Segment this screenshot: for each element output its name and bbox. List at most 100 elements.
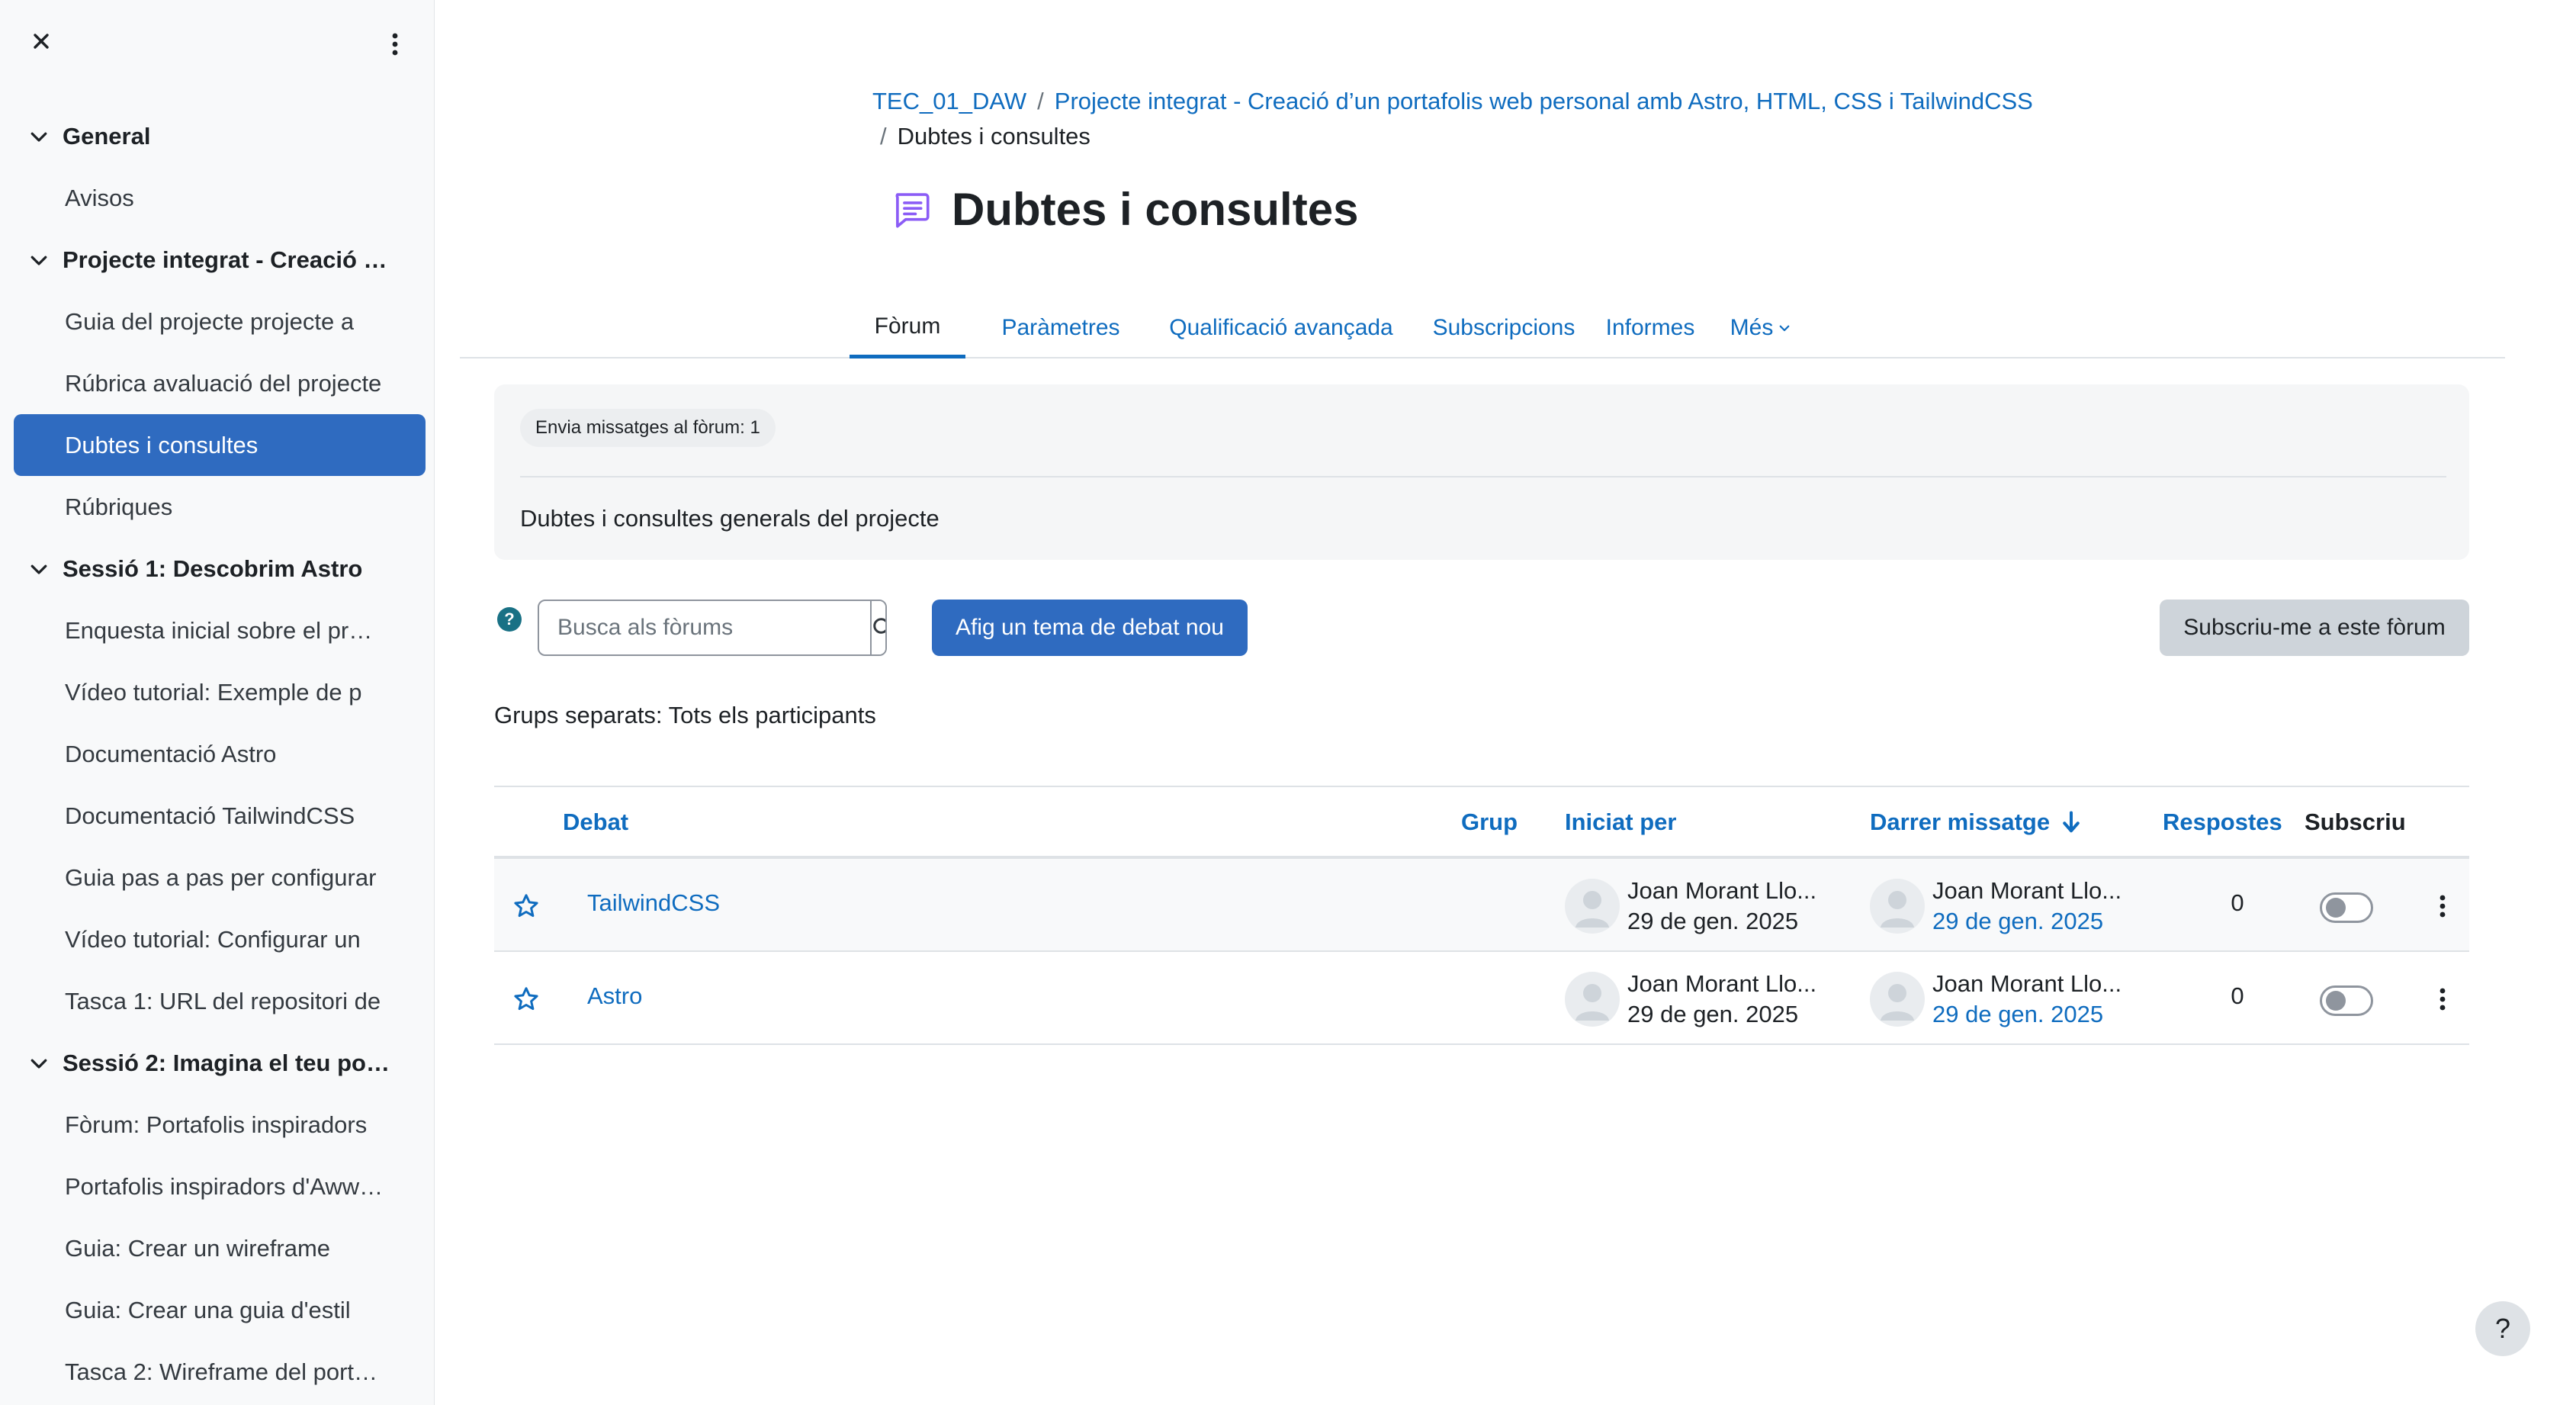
breadcrumb-section-link[interactable]: Projecte integrat - Creació d’un portafo… [1055, 88, 2033, 114]
chevron-down-icon [31, 132, 47, 142]
course-item-dubtes-active[interactable]: Dubtes i consultes [14, 414, 426, 476]
header-respostes[interactable]: Respostes [2163, 787, 2282, 857]
groups-selector-label: Grups separats: Tots els participants [494, 702, 876, 728]
tab-qualificacio-avancada[interactable]: Qualificació avançada [1155, 297, 1407, 358]
header-debat[interactable]: Debat [563, 787, 628, 857]
last-author-name[interactable]: Joan Morant Llo... [1932, 876, 2122, 906]
tab-label: Subscripcions [1432, 315, 1575, 340]
table-row: Astro Joan Morant Llo... 29 de gen. 2025… [494, 952, 2469, 1045]
sort-descending-icon [2063, 811, 2080, 833]
tab-label: Informes [1605, 315, 1695, 340]
breadcrumb-current: Dubtes i consultes [897, 123, 1090, 150]
avatar[interactable] [1565, 879, 1620, 934]
subscribe-toggle[interactable] [2320, 985, 2373, 1016]
course-item-avisos[interactable]: Avisos [14, 167, 426, 229]
discussion-actions-button[interactable] [2431, 982, 2454, 1016]
item-label: Guia: Crear una guia d'estil [65, 1296, 351, 1323]
breadcrumb-course-link[interactable]: TEC_01_DAW [872, 88, 1026, 114]
item-label: Vídeo tutorial: Exemple de p [65, 678, 362, 706]
discussion-actions-button[interactable] [2431, 889, 2454, 923]
last-post-date-link[interactable]: 29 de gen. 2025 [1932, 999, 2122, 1030]
item-label: Rúbrica avaluació del projecte [65, 369, 382, 397]
item-label: Guia: Crear un wireframe [65, 1234, 331, 1262]
breadcrumb-separator: / [1037, 88, 1044, 114]
user-icon [1575, 891, 1609, 928]
discussion-link[interactable]: TailwindCSS [587, 889, 720, 917]
chevron-down-icon [31, 256, 47, 265]
avatar[interactable] [1870, 879, 1925, 934]
header-iniciat-per[interactable]: Iniciat per [1565, 787, 1676, 857]
course-item-portafolis-awwwards[interactable]: Portafolis inspiradors d'Awwwards [14, 1156, 426, 1217]
star-icon[interactable] [512, 892, 540, 920]
course-item-rubriques[interactable]: Rúbriques [14, 476, 426, 538]
page-title: Dubtes i consultes [952, 184, 1359, 235]
course-item-video-exemple[interactable]: Vídeo tutorial: Exemple de p [14, 661, 426, 723]
help-footer-button[interactable]: ? [2475, 1301, 2530, 1356]
tab-informes[interactable]: Informes [1599, 297, 1701, 358]
search-icon [873, 618, 885, 634]
tab-label: Qualificació avançada [1169, 315, 1393, 340]
user-icon [1881, 891, 1914, 928]
search-input[interactable] [539, 601, 870, 654]
last-author-name[interactable]: Joan Morant Llo... [1932, 969, 2122, 999]
subscribe-toggle[interactable] [2320, 892, 2373, 923]
forum-icon [895, 192, 930, 228]
chevron-down-icon [31, 564, 47, 574]
drawer-options-button[interactable] [381, 27, 409, 61]
course-item-guia-projecte[interactable]: Guia del projecte projecte a [14, 291, 426, 352]
author-name[interactable]: Joan Morant Llo... [1627, 876, 1816, 906]
course-item-guia-estil[interactable]: Guia: Crear una guia d'estil [14, 1279, 426, 1341]
breadcrumb-separator: / [880, 123, 887, 150]
subscribe-forum-button[interactable]: Subscriu-me a este fòrum [2160, 600, 2469, 656]
course-item-guia-wireframe[interactable]: Guia: Crear un wireframe [14, 1217, 426, 1279]
course-item-guia-config[interactable]: Guia pas a pas per configurar [14, 847, 426, 908]
course-item-doc-tailwind[interactable]: Documentació TailwindCSS [14, 785, 426, 847]
course-item-forum-portafolis[interactable]: Fòrum: Portafolis inspiradors [14, 1094, 426, 1156]
header-grup[interactable]: Grup [1461, 787, 1518, 857]
course-item-doc-astro[interactable]: Documentació Astro [14, 723, 426, 785]
course-item-enquesta[interactable]: Enquesta inicial sobre el projecte [14, 600, 426, 661]
forum-search [538, 600, 887, 656]
forum-intro: Envia missatges al fòrum: 1 Dubtes i con… [494, 384, 2469, 560]
close-drawer-button[interactable] [27, 27, 55, 55]
search-button[interactable] [870, 601, 885, 654]
kebab-icon [2439, 895, 2446, 918]
item-label: Avisos [65, 184, 134, 211]
start-date: 29 de gen. 2025 [1627, 908, 1799, 934]
user-icon [1881, 984, 1914, 1021]
section-sessio-1[interactable]: Sessió 1: Descobrim Astro [14, 538, 426, 600]
course-item-tasca-1[interactable]: Tasca 1: URL del repositori de [14, 970, 426, 1032]
tab-forum[interactable]: Fòrum [850, 297, 965, 358]
section-projecte-integrat[interactable]: Projecte integrat - Creació d’un portafo… [14, 229, 426, 291]
avatar[interactable] [1565, 972, 1620, 1027]
toggle-knob [2326, 898, 2346, 918]
star-icon[interactable] [512, 985, 540, 1013]
course-item-video-config[interactable]: Vídeo tutorial: Configurar un [14, 908, 426, 970]
course-index-drawer: General Avisos Projecte integrat - Creac… [0, 0, 435, 1405]
last-post-user: Joan Morant Llo... 29 de gen. 2025 [1870, 969, 2122, 1030]
section-general[interactable]: General [14, 105, 426, 167]
tab-mes[interactable]: Més [1721, 297, 1800, 358]
tab-parametres[interactable]: Paràmetres [986, 297, 1135, 358]
kebab-icon [392, 33, 398, 56]
course-item-tasca-2[interactable]: Tasca 2: Wireframe del portafolis [14, 1341, 426, 1403]
item-label: Fòrum: Portafolis inspiradors [65, 1111, 368, 1138]
posts-count-badge: Envia missatges al fòrum: 1 [520, 409, 776, 447]
last-post-user: Joan Morant Llo... 29 de gen. 2025 [1870, 876, 2122, 937]
course-item-rubrica[interactable]: Rúbrica avaluació del projecte [14, 352, 426, 414]
tab-subscripcions[interactable]: Subscripcions [1428, 297, 1580, 358]
search-help-icon[interactable]: ? [497, 607, 522, 632]
chevron-down-icon [31, 1059, 47, 1069]
tab-label: Fòrum [874, 313, 941, 339]
close-icon [34, 34, 49, 49]
tab-label: Més [1730, 315, 1774, 340]
last-post-date-link[interactable]: 29 de gen. 2025 [1932, 906, 2122, 937]
author-name[interactable]: Joan Morant Llo... [1627, 969, 1816, 999]
avatar[interactable] [1870, 972, 1925, 1027]
discussion-link[interactable]: Astro [587, 982, 642, 1010]
section-sessio-2[interactable]: Sessió 2: Imagina el teu portafolis [14, 1032, 426, 1094]
started-by-user: Joan Morant Llo... 29 de gen. 2025 [1565, 876, 1816, 937]
header-label: Darrer missatge [1870, 809, 2051, 835]
add-discussion-button[interactable]: Afig un tema de debat nou [932, 600, 1248, 656]
header-darrer-missatge[interactable]: Darrer missatge [1870, 787, 2082, 857]
